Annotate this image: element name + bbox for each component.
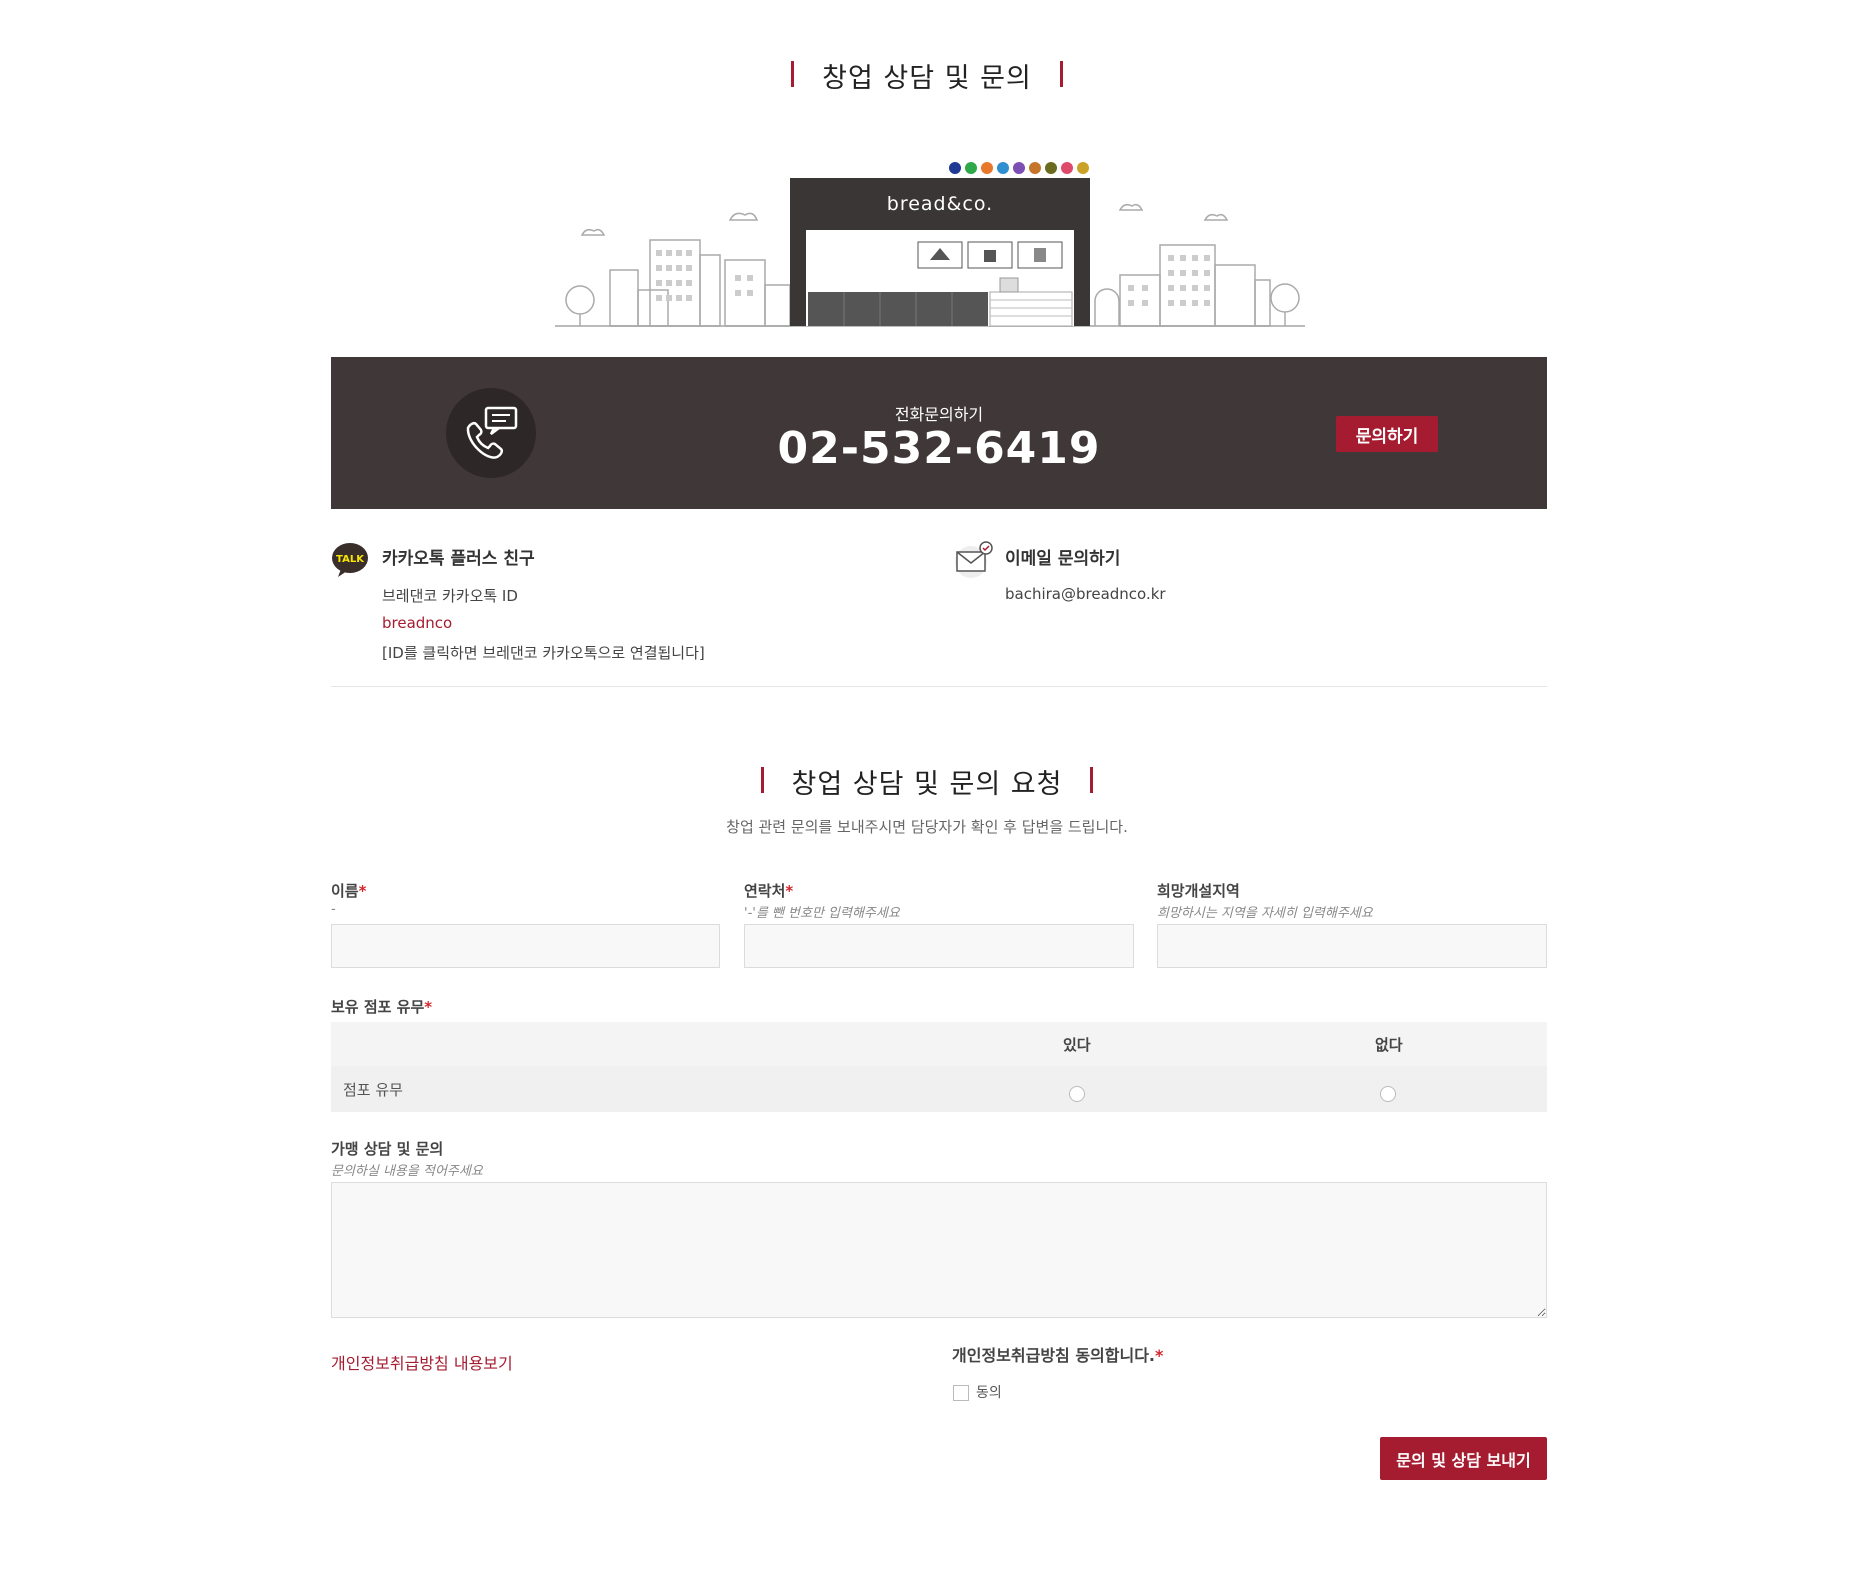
form-title-text: 창업 상담 및 문의 요청 [791, 769, 1063, 800]
contact-input[interactable] [744, 924, 1134, 968]
section-divider [331, 686, 1547, 687]
email-title: 이메일 문의하기 [1005, 549, 1121, 569]
name-label: 이름* [331, 882, 367, 900]
privacy-agree-option[interactable]: 동의 [976, 1382, 1002, 1402]
region-label: 희망개설지역 [1157, 882, 1240, 900]
store-row-label: 점포 유무 [343, 1081, 403, 1099]
region-hint: 희망하시는 지역을 자세히 입력해주세요 [1157, 906, 1373, 921]
store-table-row: 점포 유무 [331, 1066, 1547, 1112]
form-title: 창업 상담 및 문의 요청 [0, 762, 1854, 801]
subway-line-dots [949, 162, 1089, 174]
title-bar-left [791, 60, 795, 87]
right-windows [1128, 255, 1210, 306]
store-col-no: 없다 [1375, 1036, 1403, 1054]
inquiry-textarea[interactable] [331, 1182, 1547, 1318]
form-title-bar-right [1090, 766, 1094, 793]
left-buildings [565, 212, 820, 327]
submit-button[interactable]: 문의 및 상담 보내기 [1380, 1437, 1547, 1480]
svg-text:TALK: TALK [336, 554, 365, 565]
inquiry-label: 가맹 상담 및 문의 [331, 1140, 444, 1158]
region-input[interactable] [1157, 924, 1547, 968]
contact-label: 연락처* [744, 882, 794, 900]
store-col-yes: 있다 [1063, 1036, 1091, 1054]
left-windows [656, 250, 753, 301]
privacy-policy-link[interactable]: 개인정보취급방침 내용보기 [331, 1350, 513, 1374]
store-ownership-table: 있다 없다 점포 유무 [331, 1022, 1547, 1112]
store-no-radio[interactable] [1380, 1086, 1396, 1102]
title-bar-right [1059, 60, 1063, 87]
inquire-button[interactable]: 문의하기 [1336, 416, 1438, 452]
name-input[interactable] [331, 924, 720, 968]
store-table-header: 있다 없다 [331, 1022, 1547, 1066]
kakao-talk-icon: TALK [331, 541, 369, 579]
page-title-text: 창업 상담 및 문의 [822, 63, 1032, 94]
kakao-note: [ID를 클릭하면 브레댄코 카카오톡으로 연결됩니다] [382, 644, 705, 662]
contact-hint: '-'를 뺀 번호만 입력해주세요 [744, 906, 900, 921]
kakao-id-link[interactable]: breadnco [382, 614, 452, 632]
form-title-bar-left [760, 766, 764, 793]
email-icon [955, 540, 995, 580]
inquiry-hint: 문의하실 내용을 적어주세요 [331, 1164, 483, 1179]
right-buildings [1094, 203, 1300, 327]
store-yes-radio[interactable] [1069, 1086, 1085, 1102]
privacy-agree-checkbox[interactable] [953, 1385, 969, 1401]
form-description: 창업 관련 문의를 보내주시면 담당자가 확인 후 답변을 드립니다. [726, 818, 1128, 836]
store-sign: bread&co. [887, 193, 993, 215]
page-title: 창업 상담 및 문의 [0, 56, 1854, 95]
kakao-title: 카카오톡 플러스 친구 [382, 549, 535, 569]
name-hint: - [331, 902, 336, 917]
phone-banner: 전화문의하기 02-532-6419 문의하기 [331, 357, 1547, 509]
kakao-id-label: 브레댄코 카카오톡 ID [382, 587, 518, 605]
privacy-agree-label: 개인정보취급방침 동의합니다.* [952, 1346, 1164, 1365]
store-label: 보유 점포 유무* [331, 998, 433, 1016]
store-illustration: bread&co. [555, 162, 1305, 327]
email-address[interactable]: bachira@breadnco.kr [1005, 585, 1166, 603]
